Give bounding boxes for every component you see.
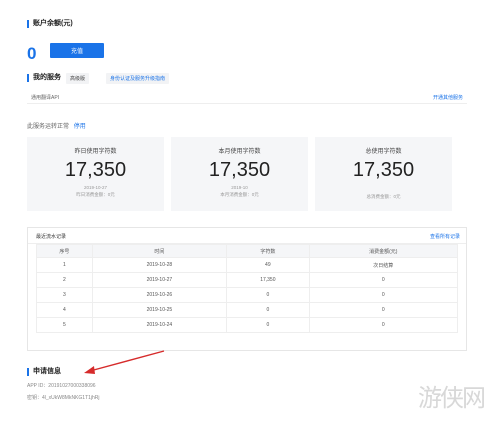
cell: 0 [226,302,310,318]
table-row: 4 2019-10-25 0 0 [36,302,459,318]
cell: 0 [226,287,310,303]
cell: 次日结算 [308,257,459,273]
apply-info-title: 申请信息 [27,368,61,376]
stat-label: 本月使用字符数 [218,149,261,155]
stat-value: 17,350 [64,159,127,181]
cell: 0 [308,302,459,318]
table-row: 5 2019-10-24 0 0 [36,317,459,333]
stop-service-link[interactable]: 停用 [74,124,86,130]
cell: 2019-10-26 [91,287,228,303]
stat-card-month: 本月使用字符数 17,350 2019-10 本月消费金额：0元 [171,137,308,211]
upgrade-guide-link[interactable]: 身份认证及服务升级指南 [106,73,170,84]
services-title: 我的服务 [27,74,61,82]
table-row: 3 2019-10-26 0 0 [36,287,459,303]
col-chars: 字符数 [226,244,310,258]
records-panel: 最近流水记录 查看所有记录 序号 时间 字符数 消费金额(元) 1 2019-1… [27,227,467,351]
col-fee: 消费金额(元) [308,244,459,258]
watermark-logo: 游侠网 [418,384,486,412]
cell: 1 [36,257,93,273]
service-name: 通用翻译API [31,95,60,101]
table-row: 2 2019-10-27 17,350 0 [36,272,459,288]
table-header-row: 序号 时间 字符数 消费金额(元) [36,244,459,258]
stat-value: 17,350 [352,159,415,181]
service-tier-tag: 高级版 [66,73,90,84]
stat-card-yesterday: 昨日使用字符数 17,350 2019-10-27 昨日消费金额：0元 [27,137,164,211]
service-row: 通用翻译API 开通其他服务 [27,90,467,104]
annotation-arrow-icon [84,350,165,374]
cell: 0 [308,272,459,288]
app-id: APP ID：20191027000338096 [27,383,96,389]
recharge-button[interactable]: 充值 [50,43,104,58]
cell: 0 [226,317,310,333]
table-row: 1 2019-10-28 49 次日结算 [36,257,459,273]
cell: 4 [36,302,93,318]
records-title: 最近流水记录 [36,234,67,240]
status-text: 此服务运转正常 [27,124,70,130]
balance-amount: 0 [27,44,37,63]
cell: 2019-10-24 [91,317,228,333]
open-other-services-link[interactable]: 开通其他服务 [433,94,463,101]
cell: 5 [36,317,93,333]
cell: 2019-10-27 [91,272,228,288]
stat-label: 总使用字符数 [365,149,402,155]
stat-label: 昨日使用字符数 [74,149,117,155]
stat-card-total: 总使用字符数 17,350 总消费金额：0元 [315,137,452,211]
stat-fee: 昨日消费金额：0元 [76,192,115,197]
col-index: 序号 [36,244,93,258]
stat-value: 17,350 [208,159,271,181]
records-table: 序号 时间 字符数 消费金额(元) 1 2019-10-28 49 次日结算 2… [36,244,459,333]
cell: 2019-10-25 [91,302,228,318]
cell: 0 [308,317,459,333]
cell: 17,350 [226,272,310,288]
stat-date [315,185,452,192]
stat-date: 2019-10 [231,185,248,190]
records-header: 最近流水记录 查看所有记录 [28,228,466,244]
col-time: 时间 [91,244,228,258]
cell: 3 [36,287,93,303]
view-all-records-link[interactable]: 查看所有记录 [430,233,460,240]
balance-title: 账户余额(元) [27,20,73,28]
stat-fee: 本月消费金额：0元 [220,192,259,197]
cell: 0 [308,287,459,303]
stat-date: 2019-10-27 [83,185,108,190]
service-status: 此服务运转正常 停用 [27,121,86,130]
cell: 2 [36,272,93,288]
cell: 2019-10-28 [91,257,228,273]
cell: 49 [226,257,310,273]
stat-fee: 总消费金额：0元 [366,194,401,199]
secret-key: 密钥：4l_xUkW8MkNKG1T1jhRj [27,395,100,401]
